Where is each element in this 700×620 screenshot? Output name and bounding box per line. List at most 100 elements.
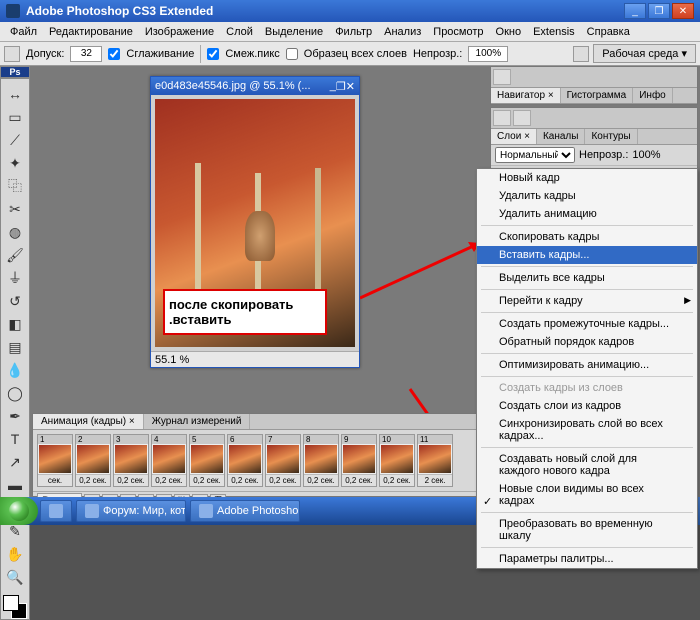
menu-analysis[interactable]: Анализ [378,24,427,40]
menu-item[interactable]: Создать промежуточные кадры... [477,315,697,333]
shape-tool-icon[interactable]: ▬ [4,474,26,496]
menu-item[interactable]: Синхронизировать слой во всех кадрах... [477,415,697,445]
menu-view[interactable]: Просмотр [427,24,489,40]
heal-tool-icon[interactable]: ◍ [4,221,26,243]
animation-frame[interactable]: 40,2 сек. [151,434,187,487]
zoom-value[interactable]: 55.1 % [155,354,189,366]
menu-item[interactable]: Удалить анимацию [477,205,697,223]
panel-icon[interactable] [493,110,511,126]
dodge-tool-icon[interactable]: ◯ [4,382,26,404]
document-titlebar[interactable]: e0d483e45546.jpg @ 55.1% (... _ ❐ ✕ [151,77,359,95]
menu-item[interactable]: Преобразовать во временную шкалу [477,515,697,545]
animation-frame[interactable]: 70,2 сек. [265,434,301,487]
menu-item[interactable]: Удалить кадры [477,187,697,205]
tab-info[interactable]: Инфо [633,88,673,103]
start-button[interactable] [0,497,38,525]
opacity-value[interactable]: 100% [632,149,660,161]
document-canvas[interactable]: после скопировать .вставить [155,99,355,347]
wand-tool-icon[interactable]: ✦ [4,152,26,174]
tolerance-input[interactable] [70,46,102,62]
menu-layer[interactable]: Слой [220,24,259,40]
crop-tool-icon[interactable]: ⿻ [4,175,26,197]
animation-frame[interactable]: 112 сек. [417,434,453,487]
brush-tool-icon[interactable]: 🖌 [4,244,26,266]
ps-badge[interactable]: Ps [0,66,30,78]
pen-tool-icon[interactable]: ✒ [4,405,26,427]
blur-tool-icon[interactable]: 💧 [4,359,26,381]
foreground-color[interactable] [3,595,19,611]
frame-delay[interactable]: 0,2 сек. [266,474,300,486]
tab-navigator[interactable]: Навигатор × [491,88,561,103]
animation-frame[interactable]: 80,2 сек. [303,434,339,487]
menu-help[interactable]: Справка [581,24,636,40]
menu-item[interactable]: Скопировать кадры [477,228,697,246]
menu-item[interactable]: Создавать новый слой для каждого нового … [477,450,697,480]
frame-delay[interactable]: 0,2 сек. [76,474,110,486]
menu-item[interactable]: Обратный порядок кадров [477,333,697,351]
close-button[interactable]: ✕ [672,3,694,19]
hand-tool-icon[interactable]: ✋ [4,543,26,565]
animation-frame[interactable]: 90,2 сек. [341,434,377,487]
gradient-tool-icon[interactable]: ▤ [4,336,26,358]
menu-window[interactable]: Окно [490,24,528,40]
opacity-input[interactable] [468,46,508,62]
menu-image[interactable]: Изображение [139,24,220,40]
menu-select[interactable]: Выделение [259,24,329,40]
tab-paths[interactable]: Контуры [585,129,637,144]
menu-edit[interactable]: Редактирование [43,24,139,40]
panel-icon[interactable] [493,69,511,85]
animation-frame[interactable]: 60,2 сек. [227,434,263,487]
frame-delay[interactable]: 0,2 сек. [114,474,148,486]
menu-item[interactable]: Выделить все кадры [477,269,697,287]
lasso-tool-icon[interactable]: ⟋ [4,129,26,151]
menu-extensis[interactable]: Extensis [527,24,581,40]
frame-delay[interactable]: 0,2 сек. [228,474,262,486]
animation-frame[interactable]: 30,2 сек. [113,434,149,487]
task-button[interactable]: Adobe Photoshop CS... [190,500,300,522]
menu-file[interactable]: Файл [4,24,43,40]
move-tool-icon[interactable]: ↔ [4,83,26,105]
menu-item[interactable]: Оптимизировать анимацию... [477,356,697,374]
frame-delay[interactable]: 0,2 сек. [380,474,414,486]
menu-filter[interactable]: Фильтр [329,24,378,40]
type-tool-icon[interactable]: T [4,428,26,450]
menu-item[interactable]: Параметры палитры... [477,550,697,568]
frame-delay[interactable]: 0,2 сек. [152,474,186,486]
frame-delay[interactable]: 0,2 сек. [342,474,376,486]
tab-animation[interactable]: Анимация (кадры) × [33,414,144,429]
marquee-tool-icon[interactable]: ▭ [4,106,26,128]
history-brush-icon[interactable]: ↺ [4,290,26,312]
blend-mode-select[interactable]: Нормальный [495,147,575,163]
tab-channels[interactable]: Каналы [537,129,586,144]
animation-frame[interactable]: 50,2 сек. [189,434,225,487]
frame-delay[interactable]: 0,2 сек. [190,474,224,486]
workspace-button[interactable]: Рабочая среда ▾ [593,44,696,63]
menu-item[interactable]: Новый кадр [477,169,697,187]
frame-delay[interactable]: сек. [38,474,72,486]
color-swatches[interactable] [3,595,27,619]
minimize-button[interactable]: _ [624,3,646,19]
contiguous-checkbox[interactable] [207,48,219,60]
tab-layers[interactable]: Слои × [491,129,537,144]
eraser-tool-icon[interactable]: ◧ [4,313,26,335]
animation-frame[interactable]: 100,2 сек. [379,434,415,487]
frame-delay[interactable]: 2 сек. [418,474,452,486]
frame-delay[interactable]: 0,2 сек. [304,474,338,486]
tab-histogram[interactable]: Гистограмма [561,88,634,103]
path-tool-icon[interactable]: ↗ [4,451,26,473]
stamp-tool-icon[interactable]: ⏚ [4,267,26,289]
animation-frame[interactable]: 20,2 сек. [75,434,111,487]
task-button[interactable] [40,500,72,522]
document-maximize-icon[interactable]: ❐ [336,80,346,93]
document-close-icon[interactable]: ✕ [346,80,355,93]
zoom-tool-icon[interactable]: 🔍 [4,566,26,588]
menu-item[interactable]: Вставить кадры... [477,246,697,264]
all-layers-checkbox[interactable] [286,48,298,60]
bridge-icon[interactable] [573,46,589,62]
menu-item[interactable]: Новые слои видимы во всех кадрах✓ [477,480,697,510]
tab-measurements[interactable]: Журнал измерений [144,414,251,429]
antialias-checkbox[interactable] [108,48,120,60]
slice-tool-icon[interactable]: ✂ [4,198,26,220]
tool-preset-icon[interactable] [4,46,20,62]
panel-icon[interactable] [513,110,531,126]
